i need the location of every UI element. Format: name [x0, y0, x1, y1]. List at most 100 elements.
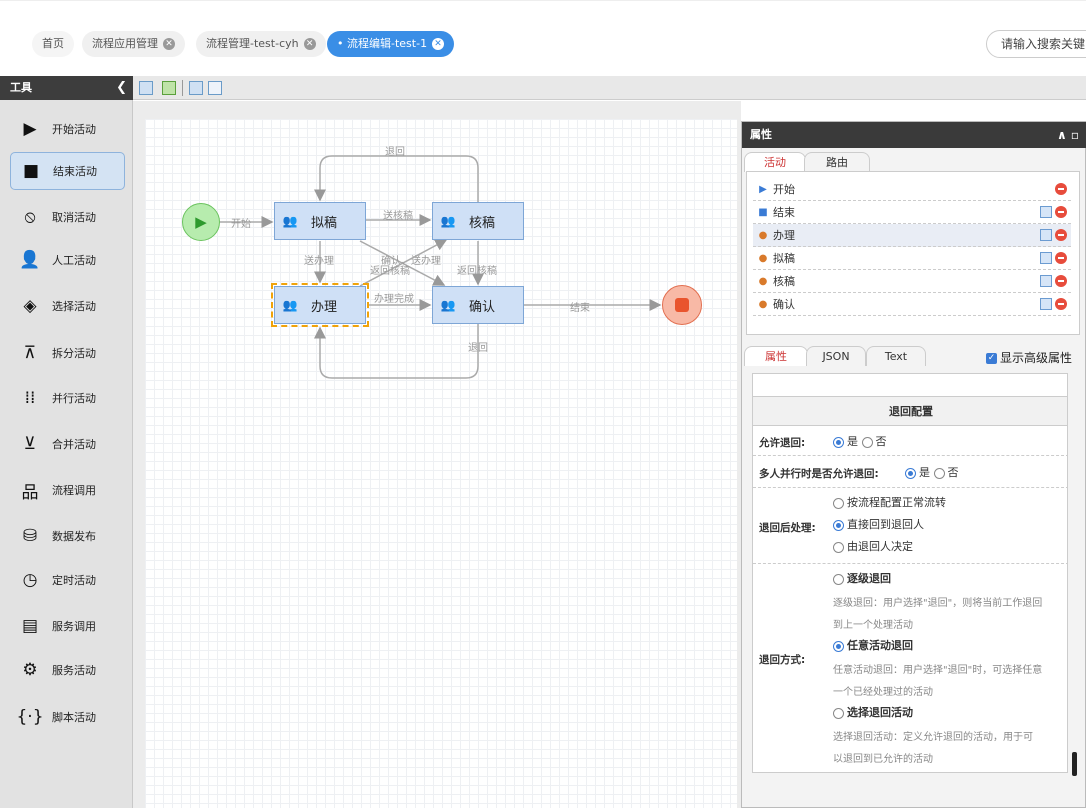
- delete-icon[interactable]: [1055, 275, 1067, 287]
- end-node[interactable]: [662, 285, 702, 325]
- person-icon: ●: [758, 298, 768, 310]
- node-label: 确认: [469, 299, 496, 315]
- tab-routes[interactable]: 路由: [804, 152, 870, 172]
- edge-back-bottom[interactable]: [314, 324, 479, 379]
- edge-label-end: 结束: [570, 303, 590, 314]
- stop-icon: [675, 298, 689, 312]
- advanced-label: 显示高级属性: [1000, 351, 1073, 365]
- edge-label-send-review: 送核稿: [383, 211, 413, 222]
- activity-list: ▶ 开始 ■ 结束 ● 办理 ● 拟稿 ● 核稿 ● 确认: [746, 171, 1080, 335]
- search-input[interactable]: 请输入搜索关键: [986, 30, 1086, 58]
- radio[interactable]: [833, 707, 844, 719]
- back-mode-option[interactable]: 选择退回活动: [833, 704, 913, 720]
- activity-label: 办理: [773, 229, 795, 242]
- radio[interactable]: [833, 640, 844, 652]
- tab-activities[interactable]: 活动: [744, 152, 806, 172]
- list-item[interactable]: ● 确认: [753, 293, 1071, 316]
- list-item[interactable]: ▶ 开始: [753, 178, 1071, 201]
- field-label: 允许退回:: [759, 437, 806, 449]
- radio-label: 直接回到退回人: [847, 518, 924, 531]
- allow-back-row: 允许退回: 是 否: [753, 426, 1067, 456]
- node-draft[interactable]: 👥 拟稿: [274, 202, 366, 240]
- node-review[interactable]: 👥 核稿: [432, 202, 524, 240]
- triangle-icon: ▶: [759, 183, 767, 195]
- copy-icon[interactable]: [1040, 206, 1052, 218]
- start-node[interactable]: ▶: [182, 203, 220, 241]
- radio[interactable]: [833, 497, 844, 509]
- radio-label: 任意活动退回: [847, 639, 913, 652]
- node-label: 办理: [311, 299, 338, 315]
- delete-icon[interactable]: [1055, 229, 1067, 241]
- panel-title: 属性: [750, 128, 772, 141]
- node-confirm[interactable]: 👥 确认: [432, 286, 524, 324]
- activity-label: 确认: [773, 298, 795, 311]
- radio-no[interactable]: [861, 436, 873, 448]
- list-item[interactable]: ■ 结束: [753, 201, 1071, 224]
- scrollbar-thumb[interactable]: [1072, 752, 1077, 776]
- parallel-back-radios: 是 否: [905, 464, 959, 480]
- option-description: 选择退回活动：定义允许退回的活动，用于可: [833, 732, 1033, 743]
- copy-icon[interactable]: [1040, 229, 1052, 241]
- tab-text[interactable]: Text: [866, 346, 926, 366]
- edge-label-send-handle: 送办理: [304, 256, 334, 267]
- users-icon: 👥: [440, 298, 456, 312]
- edge-label-return-review-b: 返回核稿: [457, 266, 497, 277]
- users-icon: 👥: [282, 298, 298, 312]
- square-icon: ■: [758, 206, 768, 218]
- tab-properties[interactable]: 属性: [744, 346, 808, 366]
- users-icon: 👥: [282, 214, 298, 228]
- radio-no[interactable]: [933, 467, 945, 479]
- delete-icon[interactable]: [1055, 298, 1067, 310]
- radio[interactable]: [833, 541, 844, 553]
- node-handle[interactable]: 👥 办理: [271, 283, 369, 327]
- play-icon: ▶: [195, 213, 207, 231]
- rollback-config-form: 退回配置 允许退回: 是 否 多人并行时是否允许退回: 是 否 退回后处理: 按…: [752, 373, 1068, 773]
- person-icon: ●: [758, 252, 768, 264]
- copy-icon[interactable]: [1040, 252, 1052, 264]
- option-description: 一个已经处理过的活动: [833, 687, 933, 698]
- edge-back-top[interactable]: [314, 155, 479, 202]
- tab-json[interactable]: JSON: [806, 346, 866, 366]
- allow-back-radios: 是 否: [833, 433, 887, 449]
- radio-label: 是: [847, 435, 858, 448]
- copy-icon[interactable]: [1040, 275, 1052, 287]
- delete-icon[interactable]: [1055, 183, 1067, 195]
- after-back-row: 退回后处理: 按流程配置正常流转 直接回到退回人 由退回人决定: [753, 488, 1067, 564]
- edge-label-back-top: 退回: [385, 147, 405, 158]
- field-label: 退回后处理:: [759, 522, 816, 534]
- list-item[interactable]: ● 办理: [753, 224, 1071, 247]
- radio[interactable]: [833, 573, 844, 585]
- edge-label-back-bottom: 退回: [468, 343, 488, 354]
- back-mode-option[interactable]: 逐级退回: [833, 570, 891, 586]
- collapse-maximize-icon[interactable]: ∧ ▫: [1057, 122, 1079, 148]
- option-description: 逐级退回：用户选择"退回"，则将当前工作退回: [833, 598, 1043, 609]
- after-back-option[interactable]: 直接回到退回人: [833, 516, 924, 532]
- advanced-toggle[interactable]: ✓ 显示高级属性: [986, 349, 1072, 366]
- list-item[interactable]: ● 核稿: [753, 270, 1071, 293]
- activity-label: 开始: [773, 183, 795, 196]
- radio-label: 由退回人决定: [847, 540, 913, 553]
- radio-yes[interactable]: [833, 436, 844, 448]
- node-label: 核稿: [469, 215, 496, 231]
- after-back-option[interactable]: 按流程配置正常流转: [833, 494, 946, 510]
- users-icon: 👥: [440, 214, 456, 228]
- copy-icon[interactable]: [1040, 298, 1052, 310]
- radio[interactable]: [833, 519, 844, 531]
- option-description: 以退回到已允许的活动: [833, 754, 933, 765]
- delete-icon[interactable]: [1055, 252, 1067, 264]
- back-mode-option[interactable]: 任意活动退回: [833, 637, 913, 653]
- person-icon: ●: [758, 275, 768, 287]
- activity-label: 结束: [773, 206, 795, 219]
- edge-label-handle-done: 办理完成: [374, 294, 414, 305]
- option-description: 任意活动退回：用户选择"退回"时，可选择任意: [833, 665, 1043, 676]
- connector-layer: [220, 155, 662, 379]
- back-mode-row: 退回方式: 逐级退回 逐级退回：用户选择"退回"，则将当前工作退回 到上一个处理…: [753, 564, 1067, 772]
- activity-label: 核稿: [773, 275, 795, 288]
- radio-yes[interactable]: [905, 467, 916, 479]
- parallel-back-row: 多人并行时是否允许退回: 是 否: [753, 456, 1067, 488]
- list-item[interactable]: ● 拟稿: [753, 247, 1071, 270]
- properties-panel: 属性 ∧ ▫ 活动 路由 ▶ 开始 ■ 结束 ● 办理 ● 拟稿 ● 核稿 ● 确认 属性 …: [741, 121, 1086, 808]
- checkbox-checked-icon[interactable]: ✓: [986, 353, 997, 364]
- delete-icon[interactable]: [1055, 206, 1067, 218]
- after-back-option[interactable]: 由退回人决定: [833, 538, 913, 554]
